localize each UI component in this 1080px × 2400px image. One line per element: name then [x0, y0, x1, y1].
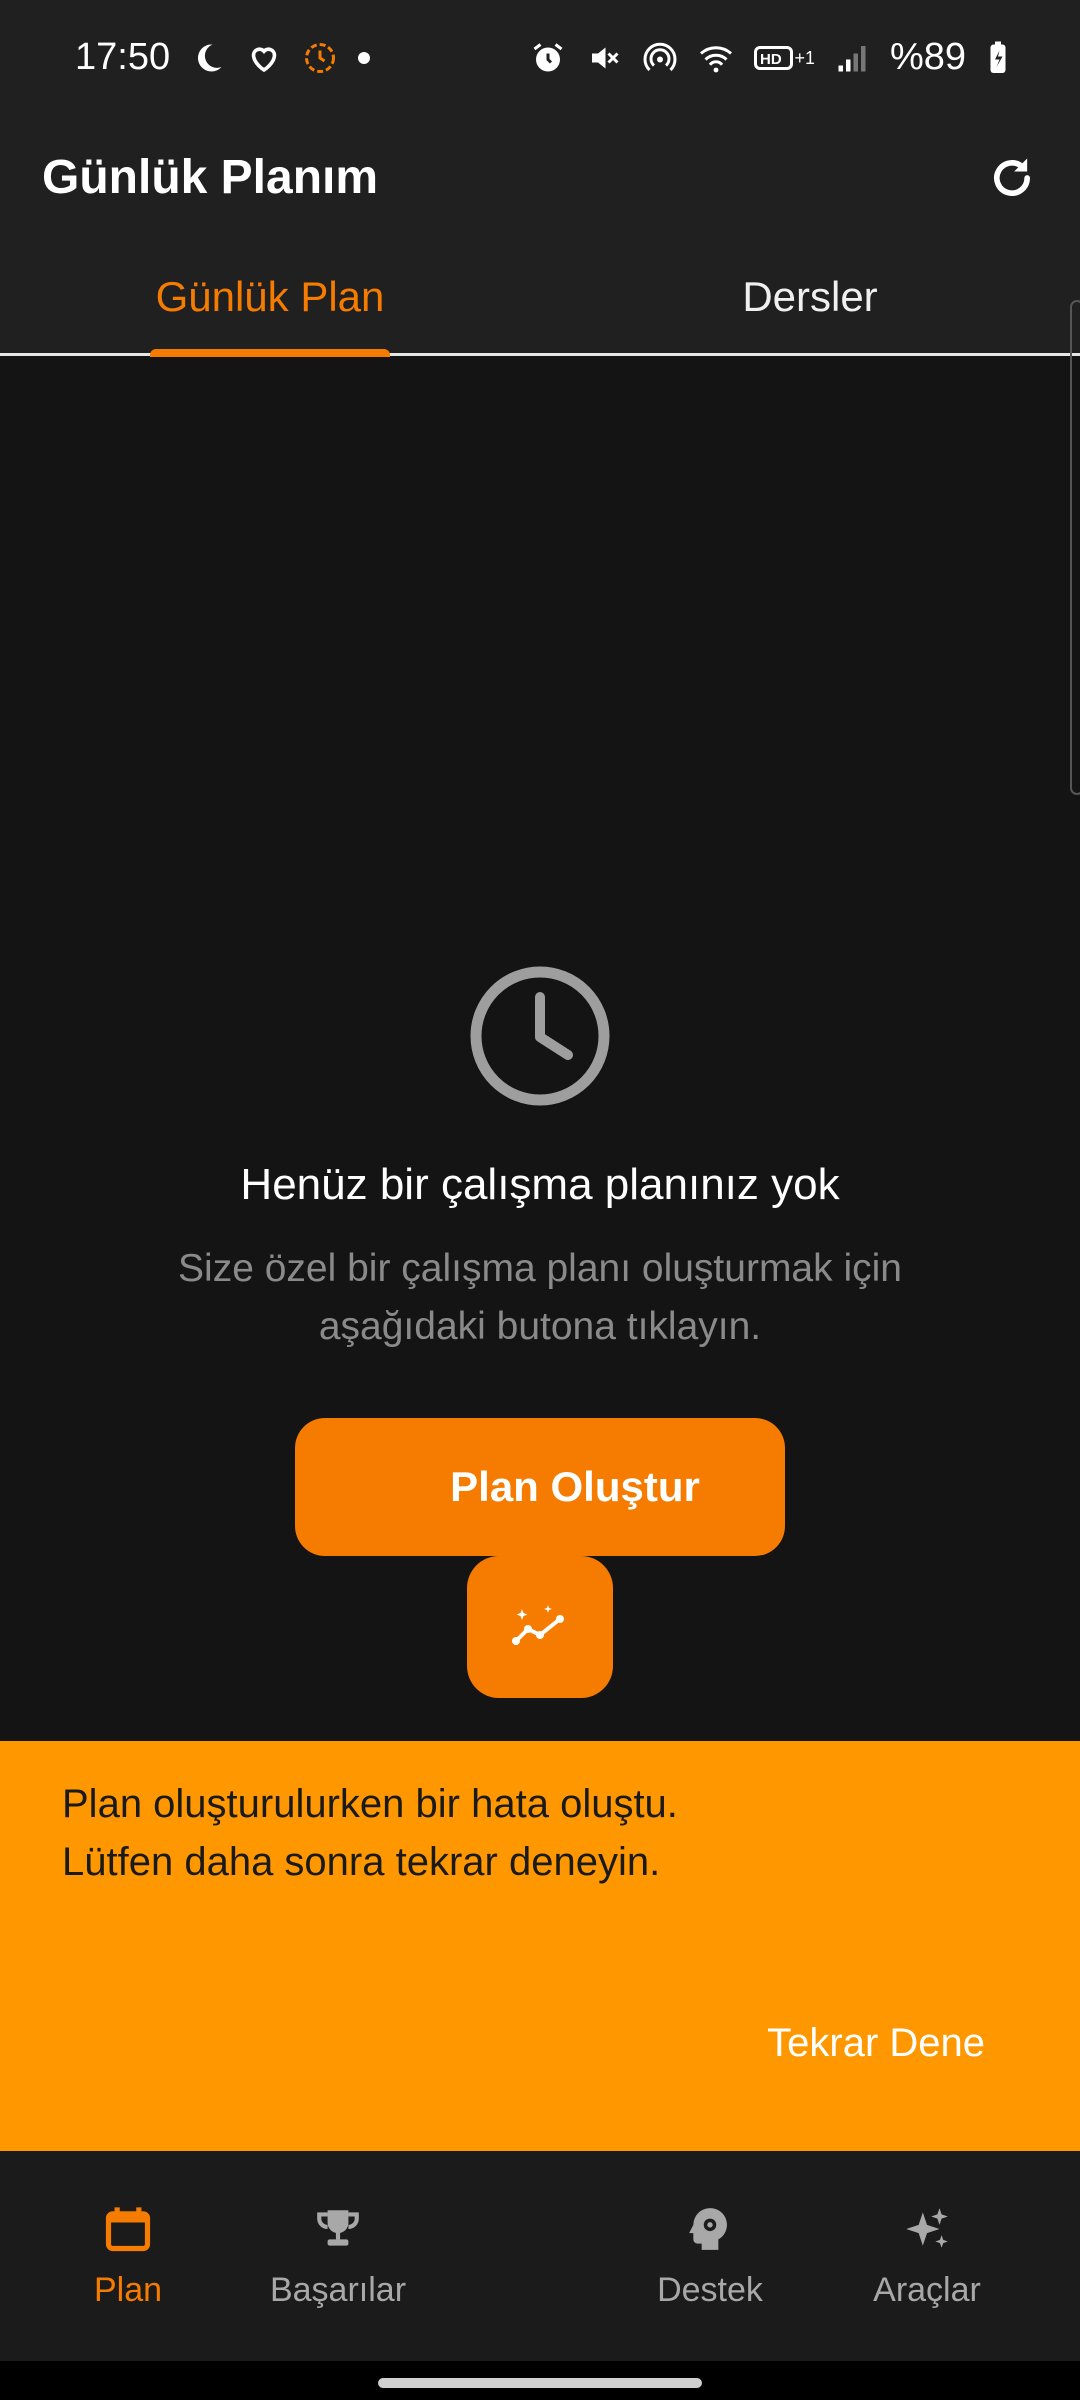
hotspot-icon [642, 40, 678, 76]
nav-label-basarilar: Başarılar [269, 2271, 407, 2309]
heart-icon [246, 40, 282, 76]
wifi-icon [698, 40, 734, 76]
page-title: Günlük Planım [42, 151, 379, 204]
tab-bar: Günlük Plan Dersler [0, 240, 1080, 357]
dot-icon [358, 51, 371, 64]
svg-text:+1: +1 [794, 48, 814, 68]
timer-icon [302, 40, 338, 76]
battery-percentage: %89 [889, 36, 966, 78]
snackbar-message: Plan oluşturulurken bir hata oluştu. Lüt… [62, 1782, 678, 1884]
home-gesture-bar[interactable] [378, 2378, 702, 2388]
sparkle-chart-icon [512, 1605, 564, 1645]
refresh-button[interactable] [984, 150, 1040, 206]
bottom-navigation: Plan Başarılar Destek Araçlar [0, 2151, 1080, 2361]
nav-item-araclar[interactable]: Araçlar [827, 2201, 1027, 2310]
mute-icon [586, 40, 622, 76]
signal-icon [834, 40, 870, 76]
status-bar-left: 17:50 [75, 36, 371, 79]
error-snackbar: Plan oluşturulurken bir hata oluştu. Lüt… [0, 1741, 1080, 2151]
nav-label-destek: Destek [657, 2271, 763, 2309]
nav-item-plan[interactable]: Plan [28, 2201, 228, 2310]
refresh-icon [994, 158, 1030, 196]
svg-text:HD: HD [760, 51, 782, 68]
nav-item-destek[interactable]: Destek [610, 2201, 810, 2310]
head-gear-icon [682, 2201, 738, 2257]
empty-state-subtitle: Size özel bir çalışma planı oluşturmak i… [178, 1247, 902, 1348]
tab-indicator [150, 349, 390, 357]
sparkles-icon [899, 2201, 955, 2257]
nav-item-basarilar[interactable]: Başarılar [238, 2201, 438, 2310]
empty-state-title: Henüz bir çalışma planınız yok [240, 1160, 840, 1209]
create-plan-button[interactable]: Plan Oluştur [295, 1418, 785, 1556]
nav-label-araclar: Araçlar [873, 2271, 981, 2309]
app-bar: Günlük Planım [0, 115, 1080, 240]
status-bar-right: HD +1 %89 [530, 36, 1010, 79]
retry-button[interactable]: Tekrar Dene [767, 2021, 985, 2066]
clock-icon [467, 963, 613, 1109]
tab-dersler[interactable]: Dersler [540, 240, 1080, 353]
moon-icon [190, 40, 226, 76]
hd-plus-icon: HD +1 [753, 40, 815, 76]
battery-charging-icon [986, 40, 1010, 76]
tab-gunluk-plan[interactable]: Günlük Plan [0, 240, 540, 353]
nav-label-plan: Plan [93, 2271, 163, 2309]
alarm-icon [530, 40, 566, 76]
calendar-icon [100, 2201, 156, 2257]
trophy-icon [310, 2201, 366, 2257]
status-time: 17:50 [75, 36, 171, 78]
ai-plan-fab[interactable] [467, 1556, 613, 1698]
status-bar: 17:50 HD +1 %89 [0, 0, 1080, 115]
scrollbar[interactable] [1070, 300, 1080, 795]
